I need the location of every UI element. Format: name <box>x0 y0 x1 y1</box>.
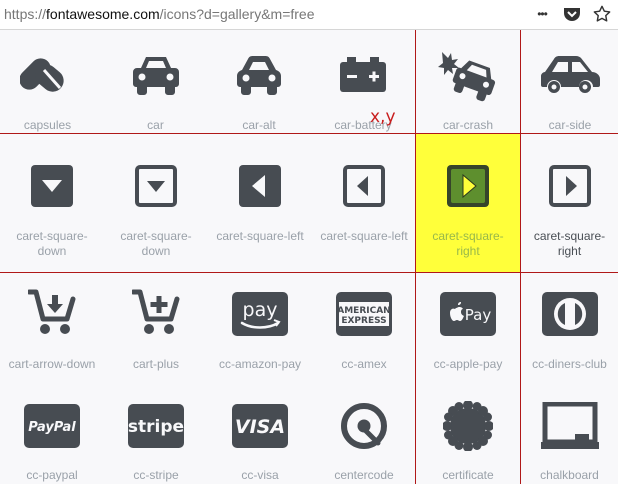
amex-logo-bottom: EXPRESS <box>341 316 386 326</box>
grid-line-vertical <box>520 30 521 484</box>
icon-card-cart-arrow-down[interactable]: cart-arrow-down <box>0 273 104 375</box>
icon-card-cc-amex[interactable]: AMERICAN EXPRESS cc-amex <box>312 273 416 375</box>
url-text[interactable]: https://fontawesome.com/icons?d=gallery&… <box>4 6 315 22</box>
icon-card-cc-amazon-pay[interactable]: pay cc-amazon-pay <box>208 273 312 375</box>
icon-label: chalkboard <box>540 468 599 482</box>
icon-card-caret-square-right-selected[interactable]: caret-square- right <box>416 134 520 272</box>
icon-card-cc-stripe[interactable]: stripe cc-stripe <box>104 376 208 484</box>
pocket-icon[interactable] <box>562 4 582 24</box>
icon-label: car-crash <box>442 118 493 132</box>
icon-label: cc-apple-pay <box>433 357 503 371</box>
icon-card-caret-square-left-outline[interactable]: caret-square-left <box>312 134 416 272</box>
icon-label: cc-amex <box>341 357 387 371</box>
centercode-icon <box>312 402 416 450</box>
icon-label: cc-visa <box>241 468 279 482</box>
icon-card-car-alt[interactable]: car-alt <box>209 30 309 133</box>
car-icon <box>104 54 207 96</box>
icon-card-cc-paypal[interactable]: PayPal cc-paypal <box>0 376 104 484</box>
icon-label: cc-stripe <box>133 468 179 482</box>
cc-diners-club-icon <box>521 292 618 336</box>
car-alt-icon <box>209 54 309 96</box>
icon-label: caret-square- right <box>533 229 606 258</box>
cc-amex-icon: AMERICAN EXPRESS <box>312 292 416 336</box>
icon-label: caret-square-left <box>216 229 304 243</box>
icon-label: car <box>147 118 164 132</box>
icon-card-car-side[interactable]: car-side <box>522 30 618 133</box>
icon-label: cc-paypal <box>26 468 78 482</box>
icon-label: capsules <box>23 118 72 132</box>
paypal-logo-text: PayPal <box>28 420 76 435</box>
car-crash-icon <box>416 50 520 102</box>
stripe-logo-text: stripe <box>128 417 184 437</box>
visa-logo-text: VISA <box>235 416 285 438</box>
cc-apple-pay-icon: Pay <box>416 292 520 336</box>
amazon-pay-logo-text: pay <box>243 299 278 321</box>
icon-gallery: capsules car car-alt car-battery car-cra… <box>0 30 618 484</box>
icon-card-caret-square-down-outline[interactable]: caret-square- down <box>104 134 208 272</box>
icon-label: cart-plus <box>132 357 179 371</box>
icon-card-car-battery[interactable]: car-battery <box>313 30 413 133</box>
icon-label: centercode <box>334 468 394 482</box>
icon-card-caret-square-left[interactable]: caret-square-left <box>208 134 312 272</box>
icon-label: cc-amazon-pay <box>218 357 302 371</box>
icon-card-cart-plus[interactable]: cart-plus <box>104 273 208 375</box>
icon-label: caret-square- down <box>120 229 192 258</box>
icon-card-cc-diners-club[interactable]: cc-diners-club <box>521 273 618 375</box>
icon-card-caret-square-down[interactable]: caret-square- down <box>0 134 104 272</box>
icon-card-capsules[interactable]: capsules <box>0 30 95 133</box>
icon-card-centercode[interactable]: centercode <box>312 376 416 484</box>
car-side-icon <box>522 54 618 96</box>
grid-line-vertical <box>415 30 416 484</box>
caret-square-down-outline-icon <box>104 165 208 207</box>
icon-card-certificate[interactable]: certificate <box>416 376 520 484</box>
capsules-icon <box>0 52 95 98</box>
icon-label: caret-square-left <box>320 229 408 243</box>
coordinate-annotation: x,y <box>370 107 396 127</box>
chalkboard-icon <box>521 402 618 450</box>
more-actions-icon[interactable]: ••• <box>532 4 552 24</box>
cc-stripe-icon: stripe <box>104 404 208 448</box>
icon-label: certificate <box>442 468 494 482</box>
icon-card-chalkboard[interactable]: chalkboard <box>521 376 618 484</box>
icon-card-caret-square-right-outline[interactable]: caret-square- right <box>521 134 618 272</box>
caret-square-right-outline-icon <box>521 165 618 207</box>
icon-label: car-side <box>548 118 592 132</box>
icon-label: cc-diners-club <box>532 357 607 371</box>
icon-label: caret-square- down <box>16 229 88 258</box>
icon-card-car-crash[interactable]: car-crash <box>416 30 520 133</box>
address-bar[interactable]: https://fontawesome.com/icons?d=gallery&… <box>0 0 618 30</box>
amex-logo-top: AMERICAN <box>337 306 390 316</box>
bookmark-star-icon[interactable] <box>592 4 612 24</box>
icon-label: cart-arrow-down <box>8 357 96 371</box>
caret-square-right-icon <box>416 165 520 207</box>
cc-visa-icon: VISA <box>208 404 312 448</box>
icon-label: caret-square- right <box>432 229 504 258</box>
icon-label: car-battery <box>334 118 392 132</box>
car-battery-icon <box>313 56 413 94</box>
cc-amazon-pay-icon: pay <box>208 292 312 336</box>
grid-line-horizontal <box>0 133 618 134</box>
cart-plus-icon <box>104 289 208 337</box>
caret-square-left-outline-icon <box>312 165 416 207</box>
cart-arrow-down-icon <box>0 289 104 337</box>
apple-pay-logo-text: Pay <box>465 306 492 324</box>
certificate-icon <box>416 401 520 451</box>
icon-card-cc-visa[interactable]: VISA cc-visa <box>208 376 312 484</box>
icon-label: car-alt <box>242 118 276 132</box>
caret-square-left-icon <box>208 165 312 207</box>
cc-paypal-icon: PayPal <box>0 404 104 448</box>
icon-card-car[interactable]: car <box>104 30 207 133</box>
grid-line-horizontal <box>0 272 618 273</box>
caret-square-down-icon <box>0 165 104 207</box>
icon-card-cc-apple-pay[interactable]: Pay cc-apple-pay <box>416 273 520 375</box>
